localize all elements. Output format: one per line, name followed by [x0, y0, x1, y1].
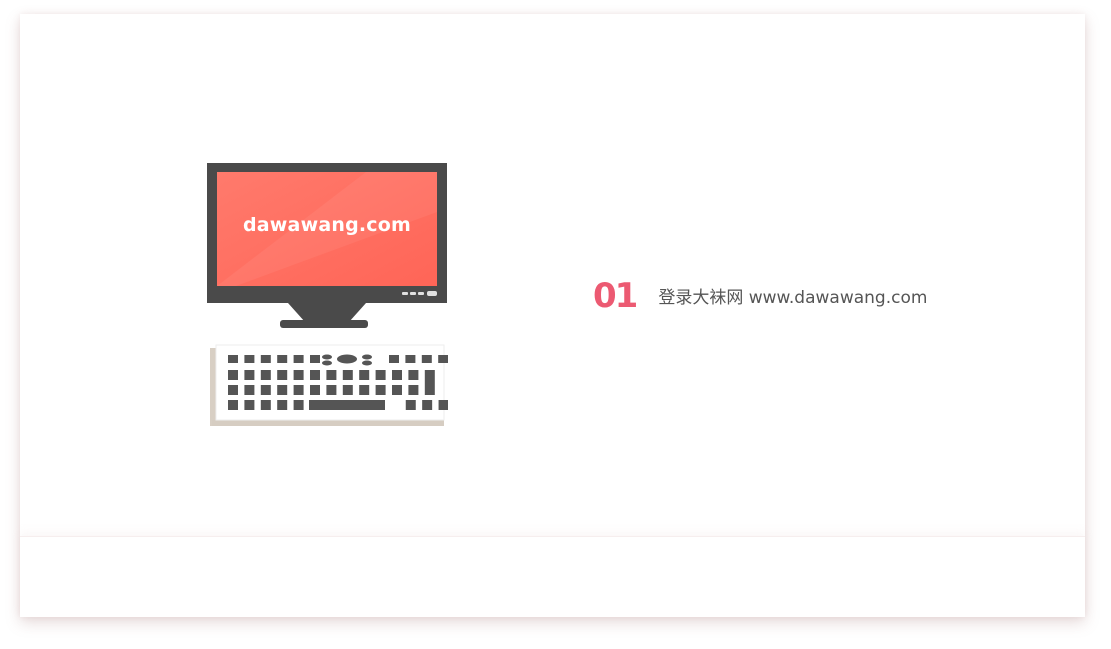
desktop-computer-icon [207, 163, 448, 426]
monitor-stand [288, 303, 366, 322]
screen-label: dawawang.com [242, 214, 412, 236]
content-card: dawawang.com 01 登录大袜网 www.dawawang.com [20, 14, 1085, 617]
step-number: 01 [593, 276, 638, 316]
keyboard [210, 344, 448, 426]
step-text: 登录大袜网 www.dawawang.com [658, 288, 928, 308]
computer-illustration: dawawang.com [206, 162, 448, 432]
step-01: 01 登录大袜网 www.dawawang.com [593, 278, 927, 314]
monitor-base [280, 320, 368, 328]
card-footer [20, 536, 1085, 617]
